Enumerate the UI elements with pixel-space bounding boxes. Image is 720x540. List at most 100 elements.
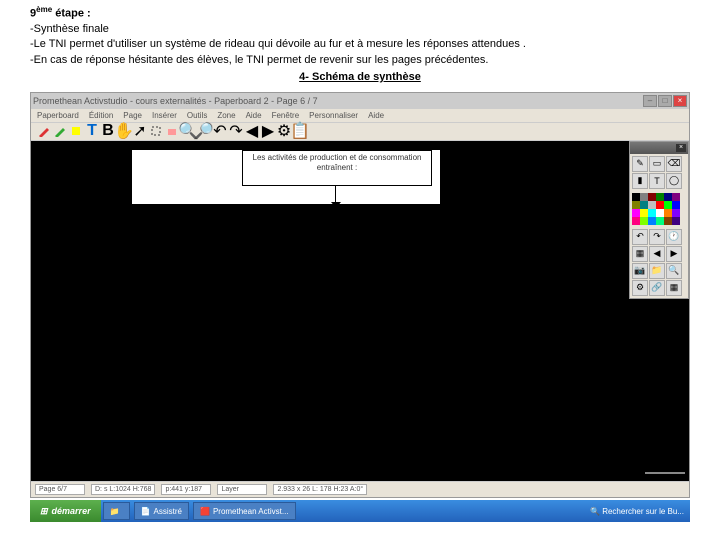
arrow-down-icon	[331, 202, 341, 208]
redo-icon[interactable]: ↷	[229, 124, 243, 138]
undo-icon[interactable]: ↶	[632, 229, 648, 245]
step-word: étape	[52, 8, 84, 20]
tray-search-text: Rechercher sur le Bu...	[602, 507, 684, 516]
highlight-tool-icon[interactable]	[69, 124, 83, 138]
palette-close-icon[interactable]: ×	[676, 144, 686, 152]
palette-text-icon[interactable]: T	[649, 173, 665, 189]
curtain-icon[interactable]: ▦	[632, 246, 648, 262]
palette-fill-icon[interactable]: ▮	[632, 173, 648, 189]
folder-icon[interactable]: 📁	[649, 263, 665, 279]
color-swatch[interactable]	[640, 209, 648, 217]
menu-item[interactable]: Personnaliser	[309, 111, 358, 120]
color-swatch[interactable]	[664, 201, 672, 209]
color-swatch[interactable]	[632, 193, 640, 201]
next-page-icon[interactable]: ▶	[261, 124, 275, 138]
menu-item[interactable]: Aide	[246, 111, 262, 120]
diagram-box: Les activités de production et de consom…	[131, 149, 441, 205]
instruction-line3: -En cas de réponse hésitante des élèves,…	[30, 53, 690, 68]
color-swatch[interactable]	[656, 193, 664, 201]
gear-icon[interactable]: ⚙	[632, 280, 648, 296]
prev-icon[interactable]: ◀	[649, 246, 665, 262]
color-swatch[interactable]	[632, 209, 640, 217]
menu-item[interactable]: Outils	[187, 111, 207, 120]
palette-select-icon[interactable]: ▭	[649, 156, 665, 172]
color-swatch[interactable]	[656, 201, 664, 209]
search-icon[interactable]: 🔍	[666, 263, 682, 279]
instruction-block: 9ème étape : -Synthèse finale -Le TNI pe…	[0, 0, 720, 90]
color-swatch[interactable]	[672, 217, 680, 225]
menu-item[interactable]: Page	[123, 111, 142, 120]
window-controls: – □ ×	[643, 95, 687, 107]
tool-palette[interactable]: × ✎ ▭ ⌫ ▮ T ◯ ↶ ↷ 🕐 ▦ ◀ ▶ 📷 📁 🔍 ⚙	[629, 141, 689, 299]
color-swatch[interactable]	[656, 209, 664, 217]
taskbar: ⊞ démarrer 📁 📄 Assistré 🟥 Promethean Act…	[30, 500, 690, 522]
prev-page-icon[interactable]: ◀	[245, 124, 259, 138]
maximize-button[interactable]: □	[658, 95, 672, 107]
color-swatch[interactable]	[648, 217, 656, 225]
step-title: 9ème étape :	[30, 4, 690, 22]
palette-shape-icon[interactable]: ◯	[666, 173, 682, 189]
color-swatch[interactable]	[656, 217, 664, 225]
close-button[interactable]: ×	[673, 95, 687, 107]
zoom-out-icon[interactable]: 🔎	[197, 124, 211, 138]
color-swatch[interactable]	[648, 209, 656, 217]
menu-item[interactable]: Zone	[217, 111, 235, 120]
pointer-tool-icon[interactable]: ➚	[133, 124, 147, 138]
text-tool-icon[interactable]: T	[85, 124, 99, 138]
system-tray[interactable]: 🔍 Rechercher sur le Bu...	[584, 507, 690, 516]
clock-icon[interactable]: 🕐	[666, 229, 682, 245]
color-swatch[interactable]	[664, 193, 672, 201]
color-swatch[interactable]	[648, 193, 656, 201]
menu-item[interactable]: Fenêtre	[272, 111, 300, 120]
zoom-in-icon[interactable]: 🔍	[181, 124, 195, 138]
next-icon[interactable]: ▶	[666, 246, 682, 262]
menu-item[interactable]: Édition	[89, 111, 113, 120]
zoom-slider[interactable]	[645, 467, 685, 479]
color-swatch[interactable]	[664, 217, 672, 225]
app-window: Promethean Activstudio - cours externali…	[30, 92, 690, 498]
misc-tool-icon[interactable]: ⚙	[277, 124, 291, 138]
color-swatch[interactable]	[672, 209, 680, 217]
start-button[interactable]: ⊞ démarrer	[30, 500, 101, 522]
grid-icon[interactable]: ▦	[666, 280, 682, 296]
brush-tool-icon[interactable]	[53, 124, 67, 138]
menu-item[interactable]: Aide	[368, 111, 384, 120]
undo-icon[interactable]: ↶	[213, 124, 227, 138]
bold-tool-icon[interactable]: B	[101, 124, 115, 138]
color-swatch[interactable]	[632, 217, 640, 225]
hand-tool-icon[interactable]: ✋	[117, 124, 131, 138]
toolbar: T B ✋ ➚ 🔍 🔎 ↶ ↷ ◀ ▶ ⚙ 📋	[31, 123, 689, 141]
redo-icon[interactable]: ↷	[649, 229, 665, 245]
select-tool-icon[interactable]	[149, 124, 163, 138]
menu-item[interactable]: Insérer	[152, 111, 177, 120]
taskbar-item[interactable]: 🟥 Promethean Activst...	[193, 502, 296, 520]
status-pos: p:441 y:187	[161, 484, 211, 495]
color-swatch[interactable]	[672, 193, 680, 201]
folder-icon: 📁	[110, 507, 120, 516]
taskbar-item[interactable]: 📁	[103, 502, 130, 520]
camera-icon[interactable]: 📷	[632, 263, 648, 279]
palette-pen-icon[interactable]: ✎	[632, 156, 648, 172]
status-dims: D: s L:1024 H:768	[91, 484, 155, 495]
color-swatch[interactable]	[664, 209, 672, 217]
eraser-tool-icon[interactable]	[165, 124, 179, 138]
color-swatch[interactable]	[640, 193, 648, 201]
misc2-tool-icon[interactable]: 📋	[293, 124, 307, 138]
instruction-line2: -Le TNI permet d'utiliser un système de …	[30, 37, 690, 52]
palette-header: ×	[630, 142, 688, 154]
app-icon: 📄	[141, 507, 151, 516]
palette-erase-icon[interactable]: ⌫	[666, 156, 682, 172]
minimize-button[interactable]: –	[643, 95, 657, 107]
color-swatch[interactable]	[640, 201, 648, 209]
color-swatch[interactable]	[632, 201, 640, 209]
color-swatch[interactable]	[640, 217, 648, 225]
menu-item[interactable]: Paperboard	[37, 111, 79, 120]
windows-logo-icon: ⊞	[40, 506, 48, 517]
color-swatch[interactable]	[672, 201, 680, 209]
canvas[interactable]: Les activités de production et de consom…	[31, 141, 689, 481]
pen-tool-icon[interactable]	[37, 124, 51, 138]
search-icon: 🔍	[590, 507, 600, 516]
taskbar-item[interactable]: 📄 Assistré	[134, 502, 189, 520]
color-swatch[interactable]	[648, 201, 656, 209]
link-icon[interactable]: 🔗	[649, 280, 665, 296]
